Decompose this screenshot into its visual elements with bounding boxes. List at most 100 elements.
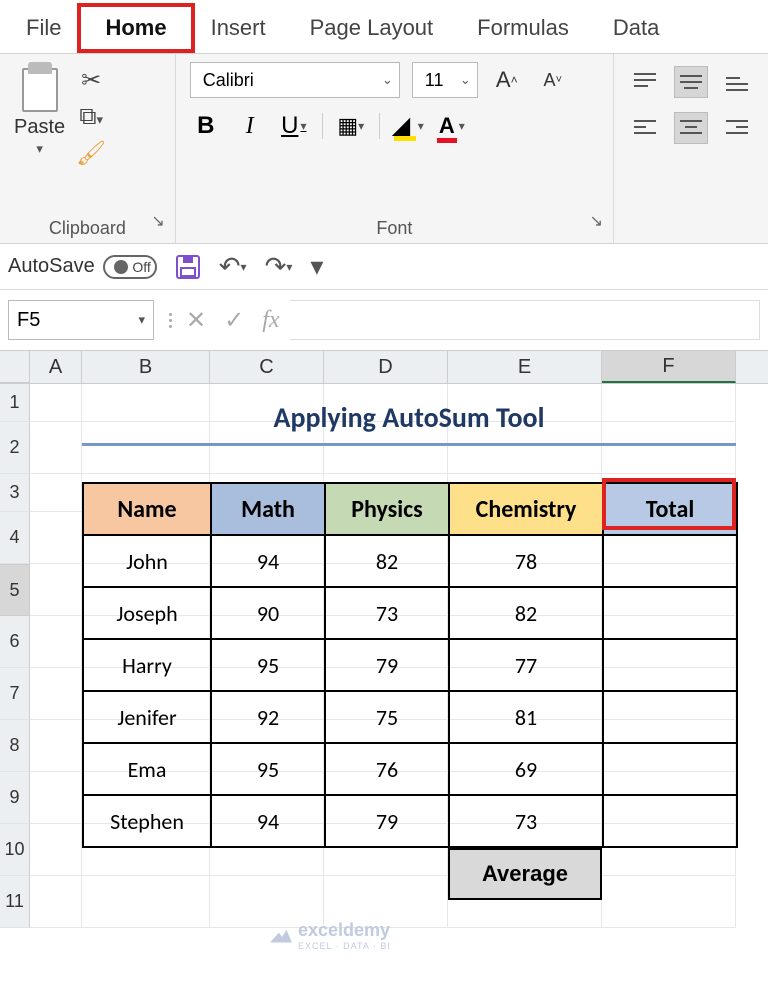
cell[interactable]: Harry	[83, 639, 211, 691]
cell[interactable]: 95	[211, 639, 325, 691]
tab-page-layout[interactable]: Page Layout	[288, 5, 456, 53]
cell[interactable]: 94	[211, 795, 325, 847]
col-header-D[interactable]: D	[324, 351, 448, 383]
undo-button[interactable]: ↶▾	[219, 251, 247, 282]
cell[interactable]: Stephen	[83, 795, 211, 847]
cell[interactable]	[603, 743, 737, 795]
name-box-value: F5	[17, 309, 40, 332]
tab-home[interactable]: Home	[83, 5, 188, 53]
cell[interactable]: Ema	[83, 743, 211, 795]
font-color-button[interactable]: A▾	[436, 110, 468, 142]
row-header[interactable]: 7	[0, 668, 30, 720]
data-table: Name Math Physics Chemistry Total John94…	[82, 482, 738, 848]
cut-button[interactable]: ✂	[73, 66, 109, 95]
ribbon-tabs: File Home Insert Page Layout Formulas Da…	[0, 0, 768, 54]
row-header[interactable]: 1	[0, 384, 30, 422]
align-center-icon[interactable]	[674, 112, 708, 144]
bold-button[interactable]: B	[190, 110, 222, 142]
cell[interactable]: 69	[449, 743, 603, 795]
font-size-combo[interactable]: 11 ⌄	[412, 62, 478, 98]
fill-color-button[interactable]: ◢▾	[392, 110, 424, 142]
average-label-cell[interactable]: Average	[448, 848, 602, 900]
row-header[interactable]: 10	[0, 824, 30, 876]
tab-data[interactable]: Data	[591, 5, 681, 53]
dialog-launcher-icon[interactable]: ↘	[590, 211, 603, 231]
grid-body[interactable]: 1 2 3 4 5 6 7 8 9 10 11 Applying AutoSum…	[0, 384, 768, 928]
cell[interactable]: 95	[211, 743, 325, 795]
group-clipboard: Paste ▾ ✂ ⧉▾ 🖌 Clipboard ↘	[0, 54, 176, 243]
align-right-icon[interactable]	[720, 112, 754, 144]
enter-formula-button[interactable]: ✓	[224, 306, 244, 335]
col-header-E[interactable]: E	[448, 351, 602, 383]
cell[interactable]	[603, 691, 737, 743]
col-header-A[interactable]: A	[30, 351, 82, 383]
select-all-corner[interactable]	[0, 351, 30, 383]
tab-file[interactable]: File	[4, 5, 83, 53]
align-middle-icon[interactable]	[674, 66, 708, 98]
cell[interactable]: 81	[449, 691, 603, 743]
row-header[interactable]: 2	[0, 422, 30, 474]
customize-qat-button[interactable]: ▾	[310, 251, 323, 282]
cell[interactable]: 82	[325, 535, 449, 587]
col-header-B[interactable]: B	[82, 351, 210, 383]
cell[interactable]: 90	[211, 587, 325, 639]
row-header[interactable]: 8	[0, 720, 30, 772]
cell[interactable]: 73	[325, 587, 449, 639]
cell[interactable]: 79	[325, 639, 449, 691]
col-header-F[interactable]: F	[602, 351, 736, 383]
align-bottom-icon[interactable]	[720, 66, 754, 98]
cell[interactable]: Joseph	[83, 587, 211, 639]
name-box[interactable]: F5 ▾	[8, 300, 154, 340]
cell[interactable]: 79	[325, 795, 449, 847]
row-header[interactable]: 6	[0, 616, 30, 668]
cell[interactable]: 94	[211, 535, 325, 587]
cell[interactable]	[603, 587, 737, 639]
cell[interactable]: 76	[325, 743, 449, 795]
formula-bar-input[interactable]	[290, 300, 760, 340]
group-font-label: Font ↘	[190, 212, 599, 239]
watermark-icon	[270, 929, 292, 943]
row-header[interactable]: 4	[0, 512, 30, 564]
paste-button[interactable]: Paste ▾	[14, 62, 65, 168]
autosave-label: AutoSave	[8, 255, 95, 278]
align-left-icon[interactable]	[628, 112, 662, 144]
insert-function-button[interactable]: fx	[262, 307, 279, 334]
decrease-font-icon[interactable]: A˅	[536, 64, 570, 96]
cell[interactable]	[603, 535, 737, 587]
redo-button[interactable]: ↷▾	[265, 251, 293, 282]
font-name-combo[interactable]: Calibri ⌄	[190, 62, 400, 98]
row-header[interactable]: 11	[0, 876, 30, 928]
cell[interactable]: 92	[211, 691, 325, 743]
cell[interactable]	[603, 639, 737, 691]
cell[interactable]: 82	[449, 587, 603, 639]
cell[interactable]: John	[83, 535, 211, 587]
format-painter-button[interactable]: 🖌	[73, 139, 109, 168]
cell[interactable]	[603, 795, 737, 847]
cell[interactable]: 78	[449, 535, 603, 587]
cell[interactable]: 77	[449, 639, 603, 691]
watermark-brand: exceldemy	[298, 920, 391, 941]
row-header[interactable]: 5	[0, 564, 30, 616]
cell[interactable]: 75	[325, 691, 449, 743]
align-top-icon[interactable]	[628, 66, 662, 98]
cell[interactable]: 73	[449, 795, 603, 847]
borders-button[interactable]: ▦▾	[335, 110, 367, 142]
italic-button[interactable]: I	[234, 110, 266, 142]
tab-formulas[interactable]: Formulas	[455, 5, 591, 53]
col-header-C[interactable]: C	[210, 351, 324, 383]
copy-button[interactable]: ⧉▾	[73, 103, 109, 131]
paste-label: Paste	[14, 116, 65, 139]
ribbon-body: Paste ▾ ✂ ⧉▾ 🖌 Clipboard ↘ Calibri ⌄ 11	[0, 54, 768, 244]
row-header[interactable]: 9	[0, 772, 30, 824]
cell[interactable]: Jenifer	[83, 691, 211, 743]
autosave-toggle[interactable]: AutoSave Off	[8, 255, 157, 279]
increase-font-icon[interactable]: A˄	[490, 64, 524, 96]
table-row: Jenifer927581	[83, 691, 737, 743]
dialog-launcher-icon[interactable]: ↘	[151, 211, 164, 231]
save-button[interactable]	[175, 254, 201, 280]
underline-button[interactable]: U▾	[278, 110, 310, 142]
cancel-formula-button[interactable]: ✕	[186, 306, 206, 335]
row-header[interactable]: 3	[0, 474, 30, 512]
spreadsheet-grid: A B C D E F 1 2 3 4 5 6 7 8 9 10 11 Appl…	[0, 350, 768, 928]
tab-insert[interactable]: Insert	[189, 5, 288, 53]
